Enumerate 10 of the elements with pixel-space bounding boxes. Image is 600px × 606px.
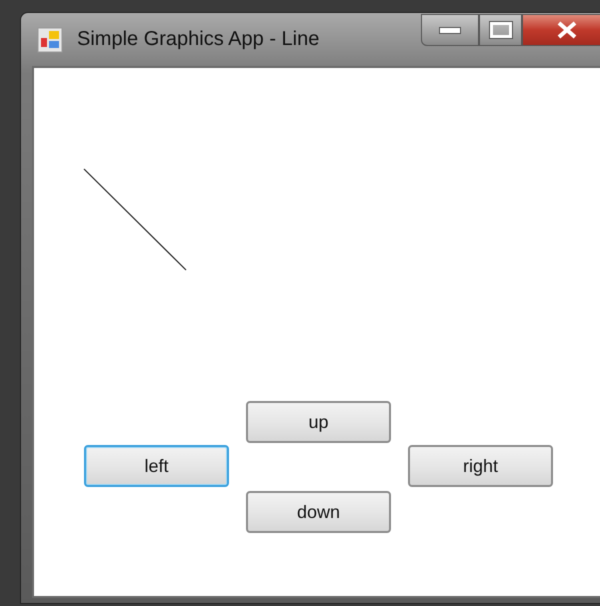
close-button[interactable] [522,14,600,46]
direction-button[interactable]: down [246,491,391,533]
direction-button[interactable]: left [84,445,229,487]
direction-button[interactable]: right [408,445,553,487]
window-title: Simple Graphics App - Line [77,28,320,51]
close-icon [556,21,578,39]
minimize-button[interactable] [421,14,479,46]
app-icon [37,26,63,52]
maximize-button[interactable] [479,14,522,46]
direction-button[interactable]: up [246,401,391,443]
